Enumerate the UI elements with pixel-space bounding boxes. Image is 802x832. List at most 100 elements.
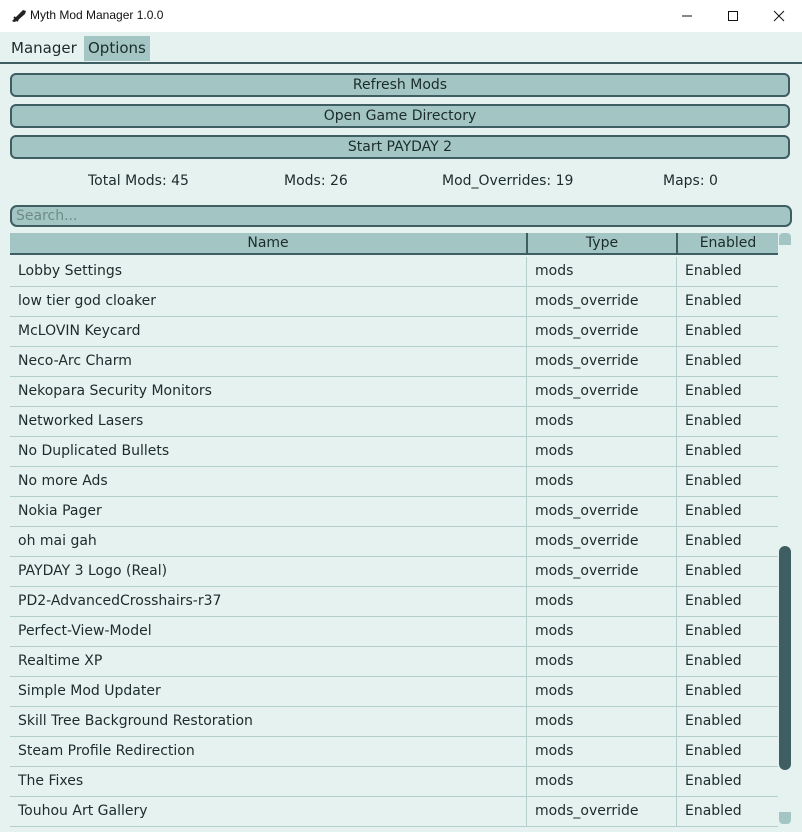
table-row[interactable]: Simple Mod Updater mods Enabled — [10, 677, 778, 707]
table-row[interactable]: McLOVIN Keycard mods_override Enabled — [10, 317, 778, 347]
mod-enabled-cell: Enabled — [685, 383, 742, 399]
window-title: Myth Mod Manager 1.0.0 — [30, 8, 164, 22]
stats-bar: Total Mods: 45 Mods: 26 Mod_Overrides: 1… — [0, 173, 802, 193]
table-row[interactable]: Steam Profile Redirection mods Enabled — [10, 737, 778, 767]
mod-type-cell: mods — [527, 767, 677, 796]
table-body: Lobby Settings mods Enabled low tier god cl… — [10, 257, 778, 827]
table-row[interactable]: PAYDAY 3 Logo (Real) mods_override Enabled — [10, 557, 778, 587]
mods-table: Name Type Enabled Lobby Settings mods Enab… — [10, 233, 778, 832]
mod-overrides-stat: Mod_Overrides: 19 — [442, 173, 574, 189]
table-row[interactable]: Perfect-View-Model mods Enabled — [10, 617, 778, 647]
mod-enabled-cell: Enabled — [685, 323, 742, 339]
mod-type-cell: mods — [527, 677, 677, 706]
mod-type-cell: mods — [527, 467, 677, 496]
table-row[interactable]: Networked Lasers mods Enabled — [10, 407, 778, 437]
start-payday-2-button[interactable]: Start PAYDAY 2 — [10, 135, 790, 159]
mod-enabled-cell: Enabled — [685, 743, 742, 759]
minimize-button[interactable] — [664, 0, 710, 32]
table-row[interactable]: oh mai gah mods_override Enabled — [10, 527, 778, 557]
mod-type-cell: mods_override — [527, 317, 677, 346]
search-input[interactable]: Search... — [10, 205, 792, 227]
table-row[interactable]: The Fixes mods Enabled — [10, 767, 778, 797]
menu-manager[interactable]: Manager — [7, 36, 81, 61]
mod-enabled-cell: Enabled — [685, 473, 742, 489]
total-mods-stat: Total Mods: 45 — [88, 173, 189, 189]
column-header-name[interactable]: Name — [10, 233, 528, 253]
scroll-down-button[interactable] — [779, 812, 791, 824]
table-row[interactable]: No Duplicated Bullets mods Enabled — [10, 437, 778, 467]
mod-enabled-cell: Enabled — [685, 803, 742, 819]
table-row[interactable]: Neco-Arc Charm mods_override Enabled — [10, 347, 778, 377]
mod-name-cell: low tier god cloaker — [10, 287, 527, 316]
mod-name-cell: oh mai gah — [10, 527, 527, 556]
mod-name-cell: McLOVIN Keycard — [10, 317, 527, 346]
maximize-icon — [728, 11, 738, 21]
table-row[interactable]: PD2-AdvancedCrosshairs-r37 mods Enabled — [10, 587, 778, 617]
mod-name-cell: PAYDAY 3 Logo (Real) — [10, 557, 527, 586]
mod-name-cell: Realtime XP — [10, 647, 527, 676]
mod-type-cell: mods — [527, 587, 677, 616]
mod-enabled-cell: Enabled — [685, 263, 742, 279]
mod-name-cell: The Fixes — [10, 767, 527, 796]
mod-type-cell: mods — [527, 647, 677, 676]
mod-enabled-cell: Enabled — [685, 623, 742, 639]
dagger-icon — [12, 10, 26, 22]
close-button[interactable] — [756, 0, 802, 32]
mod-type-cell: mods — [527, 257, 677, 286]
mod-name-cell: No Duplicated Bullets — [10, 437, 527, 466]
vertical-scrollbar[interactable] — [778, 233, 792, 824]
maps-stat: Maps: 0 — [663, 173, 718, 189]
mod-enabled-cell: Enabled — [685, 683, 742, 699]
mod-name-cell: Neco-Arc Charm — [10, 347, 527, 376]
table-row[interactable]: Skill Tree Background Restoration mods Ena… — [10, 707, 778, 737]
column-header-enabled[interactable]: Enabled — [678, 233, 778, 253]
scroll-thumb[interactable] — [779, 546, 791, 770]
table-row[interactable]: No more Ads mods Enabled — [10, 467, 778, 497]
mod-type-cell: mods — [527, 407, 677, 436]
mod-enabled-cell: Enabled — [685, 443, 742, 459]
menu-options[interactable]: Options — [84, 36, 150, 61]
minimize-icon — [682, 15, 692, 17]
mod-name-cell: Touhou Art Gallery — [10, 797, 527, 826]
menu-divider — [0, 62, 802, 64]
mod-name-cell: Networked Lasers — [10, 407, 527, 436]
mod-name-cell: Lobby Settings — [10, 257, 527, 286]
table-row[interactable]: Touhou Art Gallery mods_override Enabled — [10, 797, 778, 827]
table-row[interactable]: Realtime XP mods Enabled — [10, 647, 778, 677]
column-header-type[interactable]: Type — [528, 233, 678, 253]
mod-enabled-cell: Enabled — [685, 563, 742, 579]
mod-enabled-cell: Enabled — [685, 653, 742, 669]
table-header: Name Type Enabled — [10, 233, 778, 255]
open-game-directory-button[interactable]: Open Game Directory — [10, 104, 790, 128]
mod-type-cell: mods_override — [527, 347, 677, 376]
mod-type-cell: mods — [527, 617, 677, 646]
mod-enabled-cell: Enabled — [685, 293, 742, 309]
mod-enabled-cell: Enabled — [685, 503, 742, 519]
mod-name-cell: Steam Profile Redirection — [10, 737, 527, 766]
mod-enabled-cell: Enabled — [685, 533, 742, 549]
mod-type-cell: mods_override — [527, 377, 677, 406]
mod-type-cell: mods — [527, 437, 677, 466]
mod-name-cell: Perfect-View-Model — [10, 617, 527, 646]
table-row[interactable]: Nokia Pager mods_override Enabled — [10, 497, 778, 527]
mod-type-cell: mods_override — [527, 527, 677, 556]
mod-enabled-cell: Enabled — [685, 773, 742, 789]
menu-bar: Manager Options — [0, 32, 802, 62]
mod-enabled-cell: Enabled — [685, 593, 742, 609]
mods-stat: Mods: 26 — [284, 173, 348, 189]
mod-type-cell: mods_override — [527, 287, 677, 316]
mod-enabled-cell: Enabled — [685, 353, 742, 369]
mod-type-cell: mods — [527, 707, 677, 736]
mod-type-cell: mods_override — [527, 497, 677, 526]
scroll-up-button[interactable] — [779, 233, 791, 245]
table-row[interactable]: low tier god cloaker mods_override Enabled — [10, 287, 778, 317]
mod-name-cell: PD2-AdvancedCrosshairs-r37 — [10, 587, 527, 616]
refresh-mods-button[interactable]: Refresh Mods — [10, 73, 790, 97]
table-row[interactable]: Lobby Settings mods Enabled — [10, 257, 778, 287]
mod-enabled-cell: Enabled — [685, 713, 742, 729]
mod-name-cell: Simple Mod Updater — [10, 677, 527, 706]
mod-type-cell: mods — [527, 737, 677, 766]
table-row[interactable]: Nekopara Security Monitors mods_override E… — [10, 377, 778, 407]
mod-type-cell: mods_override — [527, 797, 677, 826]
maximize-button[interactable] — [710, 0, 756, 32]
